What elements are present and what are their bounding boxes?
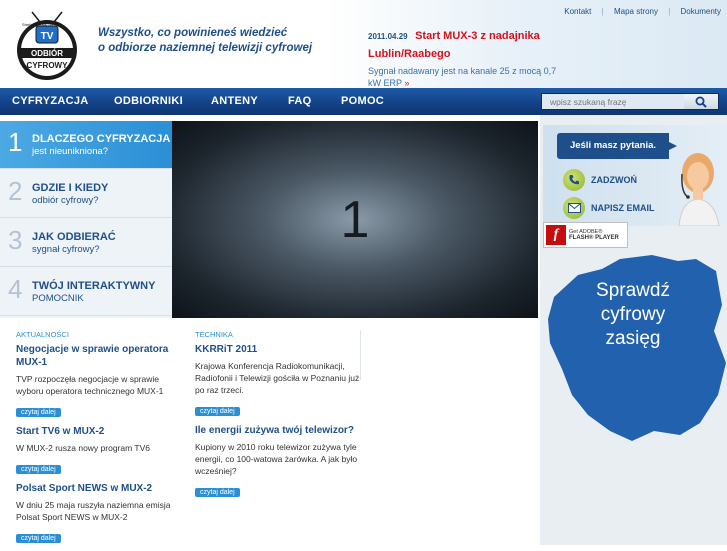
nav-item-faq[interactable]: FAQ — [288, 88, 312, 115]
tab-3[interactable]: 3 JAK ODBIERAĆ sygnał cyfrowy? — [0, 219, 172, 267]
flash-icon: f — [546, 225, 566, 245]
email-label: NAPISZ EMAIL — [591, 203, 655, 213]
tab-2[interactable]: 2 GDZIE I KIEDY odbiór cyfrowy? — [0, 170, 172, 218]
tab-title: DLACZEGO CYFRYZACJA — [32, 133, 171, 145]
news-item: KKRRiT 2011 Krajowa Konferencja Radiokom… — [195, 343, 360, 424]
news-ticker[interactable]: 2011.04.29 Start MUX-3 z nadajnika Lubli… — [368, 26, 568, 89]
news-category: TECHNIKA — [195, 330, 233, 339]
slogan: Wszystko, co powinieneś wiedzieć o odbio… — [98, 26, 338, 56]
tab-number: 3 — [8, 225, 23, 255]
logo-tv-text: TV — [41, 31, 54, 42]
logo-arc-text: Strefa cyfrowy na — [22, 22, 54, 27]
ticker-date: 2011.04.29 — [368, 32, 408, 41]
email-button[interactable]: NAPISZ EMAIL — [563, 197, 655, 219]
call-label: ZADZWOŃ — [591, 175, 637, 185]
logo-line1: ODBIÓR — [31, 49, 63, 58]
coverage-map-text: Sprawdź cyfrowy zasięg — [552, 279, 714, 351]
slogan-line2: o odbiorze naziemnej telewizji cyfrowej — [98, 42, 313, 54]
slogan-line1: Wszystko, co powinieneś wiedzieć — [98, 27, 288, 39]
tab-number: 2 — [8, 176, 23, 206]
column-divider — [360, 330, 361, 380]
nav-item-anteny[interactable]: ANTENY — [211, 88, 258, 115]
news-title[interactable]: Negocjacje w sprawie operatora MUX-1 — [16, 343, 176, 369]
search-input[interactable] — [542, 94, 684, 109]
news-text: Kupiony w 2010 roku telewizor zużywa tyl… — [195, 442, 358, 476]
feature-tabs: 1 DLACZEGO CYFRYZACJA jest nieunikniona?… — [0, 121, 184, 318]
toplink-documents[interactable]: Dokumenty — [681, 7, 721, 16]
map-text-line1: Sprawdź — [596, 280, 670, 301]
ticker-text-body: Sygnał nadawany jest na kanale 25 z mocą… — [368, 66, 557, 88]
contact-panel: Jeśli masz pytania. ZADZWOŃ NAPISZ EMAIL — [543, 125, 727, 226]
contact-heading: Jeśli masz pytania. — [557, 133, 677, 159]
read-more-button[interactable]: czytaj dalej — [195, 407, 240, 416]
phone-icon — [563, 169, 585, 191]
news-category: AKTUALNOŚCI — [16, 330, 69, 339]
tab-title: JAK ODBIERAĆ — [32, 231, 116, 243]
read-more-button[interactable]: czytaj dalej — [16, 408, 61, 417]
feature-stage[interactable]: 1 — [172, 121, 538, 318]
news-title[interactable]: KKRRiT 2011 — [195, 343, 360, 356]
tab-4[interactable]: 4 TWÓJ INTERAKTYWNY POMOCNIK — [0, 268, 172, 316]
news-title[interactable]: Ile energii zużywa twój telewizor? — [195, 424, 360, 437]
nav-item-cyfryzacja[interactable]: CYFRYZACJA — [12, 88, 89, 115]
tab-number: 1 — [8, 127, 23, 157]
read-more-button[interactable]: czytaj dalej — [195, 488, 240, 497]
toplink-separator: | — [601, 7, 604, 16]
tab-subtitle: POMOCNIK — [32, 293, 84, 304]
toplink-kontakt[interactable]: Kontakt — [564, 7, 591, 16]
toplink-sitemap[interactable]: Mapa strony — [614, 7, 658, 16]
call-button[interactable]: ZADZWOŃ — [563, 169, 637, 191]
read-more-button[interactable]: czytaj dalej — [16, 534, 61, 543]
news-section: AKTUALNOŚCI Negocjacje w sprawie operato… — [0, 318, 540, 545]
ticker-text: Sygnał nadawany jest na kanale 25 z mocą… — [368, 65, 568, 89]
news-column-aktualnosci: AKTUALNOŚCI Negocjacje w sprawie operato… — [16, 330, 176, 551]
tab-subtitle: jest nieunikniona? — [32, 146, 109, 157]
search-box — [541, 93, 719, 110]
toplink-separator: | — [668, 7, 671, 16]
news-item: Polsat Sport NEWS w MUX-2 W dniu 25 maja… — [16, 482, 176, 551]
tab-title: TWÓJ INTERAKTYWNY — [32, 280, 156, 292]
site-logo[interactable]: TV ODBIÓR CYFROWY Strefa cyfrowy na — [12, 6, 82, 82]
tab-number: 4 — [8, 274, 23, 304]
tab-subtitle: sygnał cyfrowy? — [32, 244, 100, 255]
flash-text-line2: FLASH® PLAYER — [569, 235, 619, 241]
news-item: Start TV6 w MUX-2 W MUX-2 rusza nowy pro… — [16, 425, 176, 482]
envelope-icon — [563, 197, 585, 219]
coverage-map-banner[interactable]: Sprawdź cyfrowy zasięg — [540, 245, 727, 465]
nav-item-pomoc[interactable]: POMOC — [341, 88, 384, 115]
tab-1[interactable]: 1 DLACZEGO CYFRYZACJA jest nieunikniona? — [0, 121, 184, 169]
news-title[interactable]: Polsat Sport NEWS w MUX-2 — [16, 482, 176, 495]
search-icon — [695, 96, 707, 108]
stage-number: 1 — [340, 190, 370, 249]
news-title[interactable]: Start TV6 w MUX-2 — [16, 425, 176, 438]
nav-item-odbiorniki[interactable]: ODBIORNIKI — [114, 88, 183, 115]
support-agent-image — [678, 153, 720, 226]
map-text-line3: zasięg — [605, 328, 661, 349]
tv-logo-icon: TV ODBIÓR CYFROWY Strefa cyfrowy na — [17, 11, 77, 80]
logo-line2: CYFROWY — [27, 61, 69, 70]
top-links: Kontakt | Mapa strony | Dokumenty — [564, 7, 721, 16]
main-nav: CYFRYZACJA ODBIORNIKI ANTENY FAQ POMOC — [0, 88, 727, 115]
ticker-arrow-icon[interactable]: » — [404, 78, 409, 88]
search-button[interactable] — [684, 94, 718, 109]
poland-map-icon — [548, 255, 726, 441]
news-text: W MUX-2 rusza nowy program TV6 — [16, 443, 150, 453]
site-header: TV ODBIÓR CYFROWY Strefa cyfrowy na Wszy… — [0, 0, 727, 88]
news-text: TVP rozpoczęła negocjacje w sprawie wybo… — [16, 374, 164, 396]
news-item: Negocjacje w sprawie operatora MUX-1 TVP… — [16, 343, 176, 425]
right-sidebar: Jeśli masz pytania. ZADZWOŃ NAPISZ EMAIL… — [540, 115, 727, 545]
news-text: Krajowa Konferencja Radiokomunikacji, Ra… — [195, 361, 360, 395]
tab-subtitle: odbiór cyfrowy? — [32, 195, 99, 206]
tab-title: GDZIE I KIEDY — [32, 182, 109, 194]
news-column-technika: TECHNIKA KKRRiT 2011 Krajowa Konferencja… — [195, 330, 360, 505]
news-item: Ile energii zużywa twój telewizor? Kupio… — [195, 424, 360, 505]
map-text-line2: cyfrowy — [600, 304, 666, 325]
news-text: W dniu 25 maja ruszyła naziemna emisja P… — [16, 500, 171, 522]
read-more-button[interactable]: czytaj dalej — [16, 465, 61, 474]
